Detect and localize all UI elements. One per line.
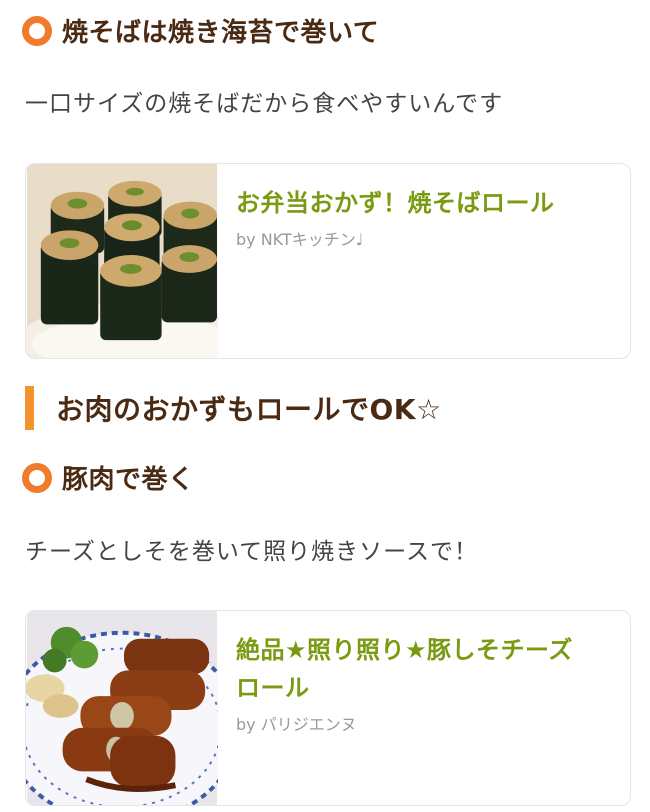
recipe-title-line: 絶品★照り照り★豚しそチーズ <box>236 636 573 664</box>
recipe-info: お弁当おかず！焼そばロール by NKTキッチン♩ <box>218 164 573 358</box>
subheading-yakisoba: 焼そばは焼き海苔で巻いて <box>22 12 379 49</box>
recipe-author: by パリジエンヌ <box>236 715 357 734</box>
recipe-info: 絶品★照り照り★豚しそチーズ ロール by パリジエンヌ <box>218 611 591 805</box>
section-heading-meat: お肉のおかずもロールでOK☆ <box>25 386 442 430</box>
article-page: 焼そばは焼き海苔で巻いて 一口サイズの焼そばだから食べやすいんです お弁当おかず… <box>0 0 650 812</box>
recipe-author: by NKTキッチン♩ <box>236 230 364 249</box>
recipe-card-yakisoba-roll[interactable]: お弁当おかず！焼そばロール by NKTキッチン♩ <box>25 163 631 359</box>
subheading-text: 豚肉で巻く <box>62 465 195 495</box>
orange-ring-icon <box>22 462 52 493</box>
section-description: 一口サイズの焼そばだから食べやすいんです <box>25 91 504 117</box>
section-heading-text: お肉のおかずもロールでOK☆ <box>56 393 442 426</box>
orange-ring-icon <box>22 15 52 46</box>
recipe-title-line: ロール <box>236 674 310 702</box>
recipe-title[interactable]: お弁当おかず！焼そばロール <box>236 184 555 222</box>
section-description: チーズとしそを巻いて照り焼きソースで！ <box>25 539 479 565</box>
recipe-thumbnail[interactable] <box>26 611 218 805</box>
recipe-title[interactable]: 絶品★照り照り★豚しそチーズ ロール <box>236 631 573 707</box>
subheading-text: 焼そばは焼き海苔で巻いて <box>62 18 380 48</box>
recipe-card-pork-shiso-cheese-roll[interactable]: 絶品★照り照り★豚しそチーズ ロール by パリジエンヌ <box>25 610 631 806</box>
subheading-pork: 豚肉で巻く <box>22 459 195 496</box>
orange-bar-icon <box>25 386 34 430</box>
recipe-thumbnail[interactable] <box>26 164 218 358</box>
